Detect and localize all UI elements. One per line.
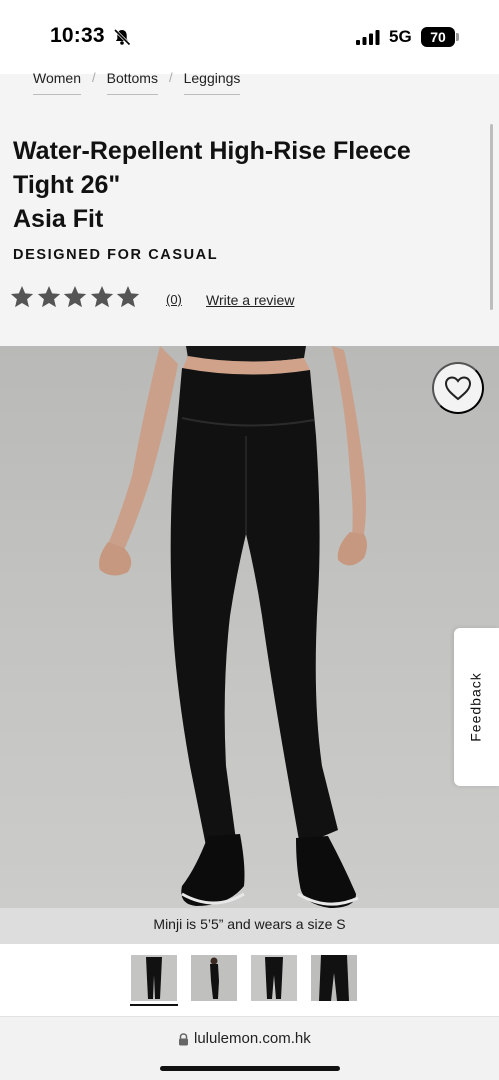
status-bar: 10:33 5G 70: [0, 0, 499, 74]
breadcrumb-separator: /: [91, 70, 96, 85]
feedback-label-wrapper: Feedback: [460, 628, 492, 786]
star-icon: [116, 285, 140, 308]
thumbnail-side-view[interactable]: [191, 955, 237, 1001]
status-time: 10:33: [50, 24, 105, 47]
battery-indicator: 70: [421, 27, 455, 47]
thumbnail-image: [251, 955, 297, 1001]
home-indicator[interactable]: [160, 1066, 340, 1071]
product-title-line: Tight 26": [13, 171, 121, 199]
star-icon: [63, 285, 87, 308]
star-icon: [90, 285, 113, 308]
breadcrumb-women[interactable]: Women: [33, 70, 81, 95]
feedback-label: Feedback: [468, 672, 485, 742]
breadcrumb-leggings[interactable]: Leggings: [183, 70, 241, 95]
product-image[interactable]: [0, 346, 499, 944]
product-title-line: Water-Repellent High-Rise Fleece: [13, 137, 411, 165]
scroll-indicator: [490, 124, 493, 310]
designed-for-label: DESIGNED FOR CASUAL: [13, 247, 219, 263]
battery-cap: [456, 33, 459, 41]
thumbnail-front-view[interactable]: [131, 955, 177, 1001]
thumbnail-image: [131, 955, 177, 1001]
rating-row: (0) Write a review: [9, 284, 294, 310]
thumbnail-strip: [0, 944, 499, 1016]
breadcrumb: Women / Bottoms / Leggings: [33, 70, 241, 95]
product-title-line: Asia Fit: [13, 205, 104, 233]
url-text[interactable]: lululemon.com.hk: [194, 1030, 311, 1047]
heart-icon: [444, 376, 472, 401]
thumbnail-selected-indicator: [130, 1004, 178, 1006]
wishlist-button[interactable]: [432, 362, 484, 414]
model-wearing-leggings-image: [99, 346, 367, 908]
review-count-link[interactable]: (0): [166, 292, 182, 307]
star-rating[interactable]: [9, 284, 142, 310]
star-icon: [37, 285, 60, 308]
cellular-signal-icon: [356, 30, 380, 45]
network-type: 5G: [389, 27, 412, 46]
model-size-caption: Minji is 5’5” and wears a size S: [153, 916, 346, 932]
breadcrumb-bottoms[interactable]: Bottoms: [106, 70, 158, 95]
thumbnail-image: [311, 955, 357, 1001]
write-review-link[interactable]: Write a review: [206, 292, 294, 308]
feedback-tab[interactable]: Feedback: [454, 628, 499, 786]
thumbnail-detail-view[interactable]: [311, 955, 357, 1001]
star-icon: [10, 285, 34, 308]
bell-silent-icon: [113, 28, 131, 46]
thumbnail-back-view[interactable]: [251, 955, 297, 1001]
lock-icon: [179, 1033, 188, 1046]
product-title: Water-Repellent High-Rise Fleece Tight 2…: [13, 134, 483, 236]
thumbnail-image: [191, 955, 237, 1001]
breadcrumb-separator: /: [168, 70, 173, 85]
